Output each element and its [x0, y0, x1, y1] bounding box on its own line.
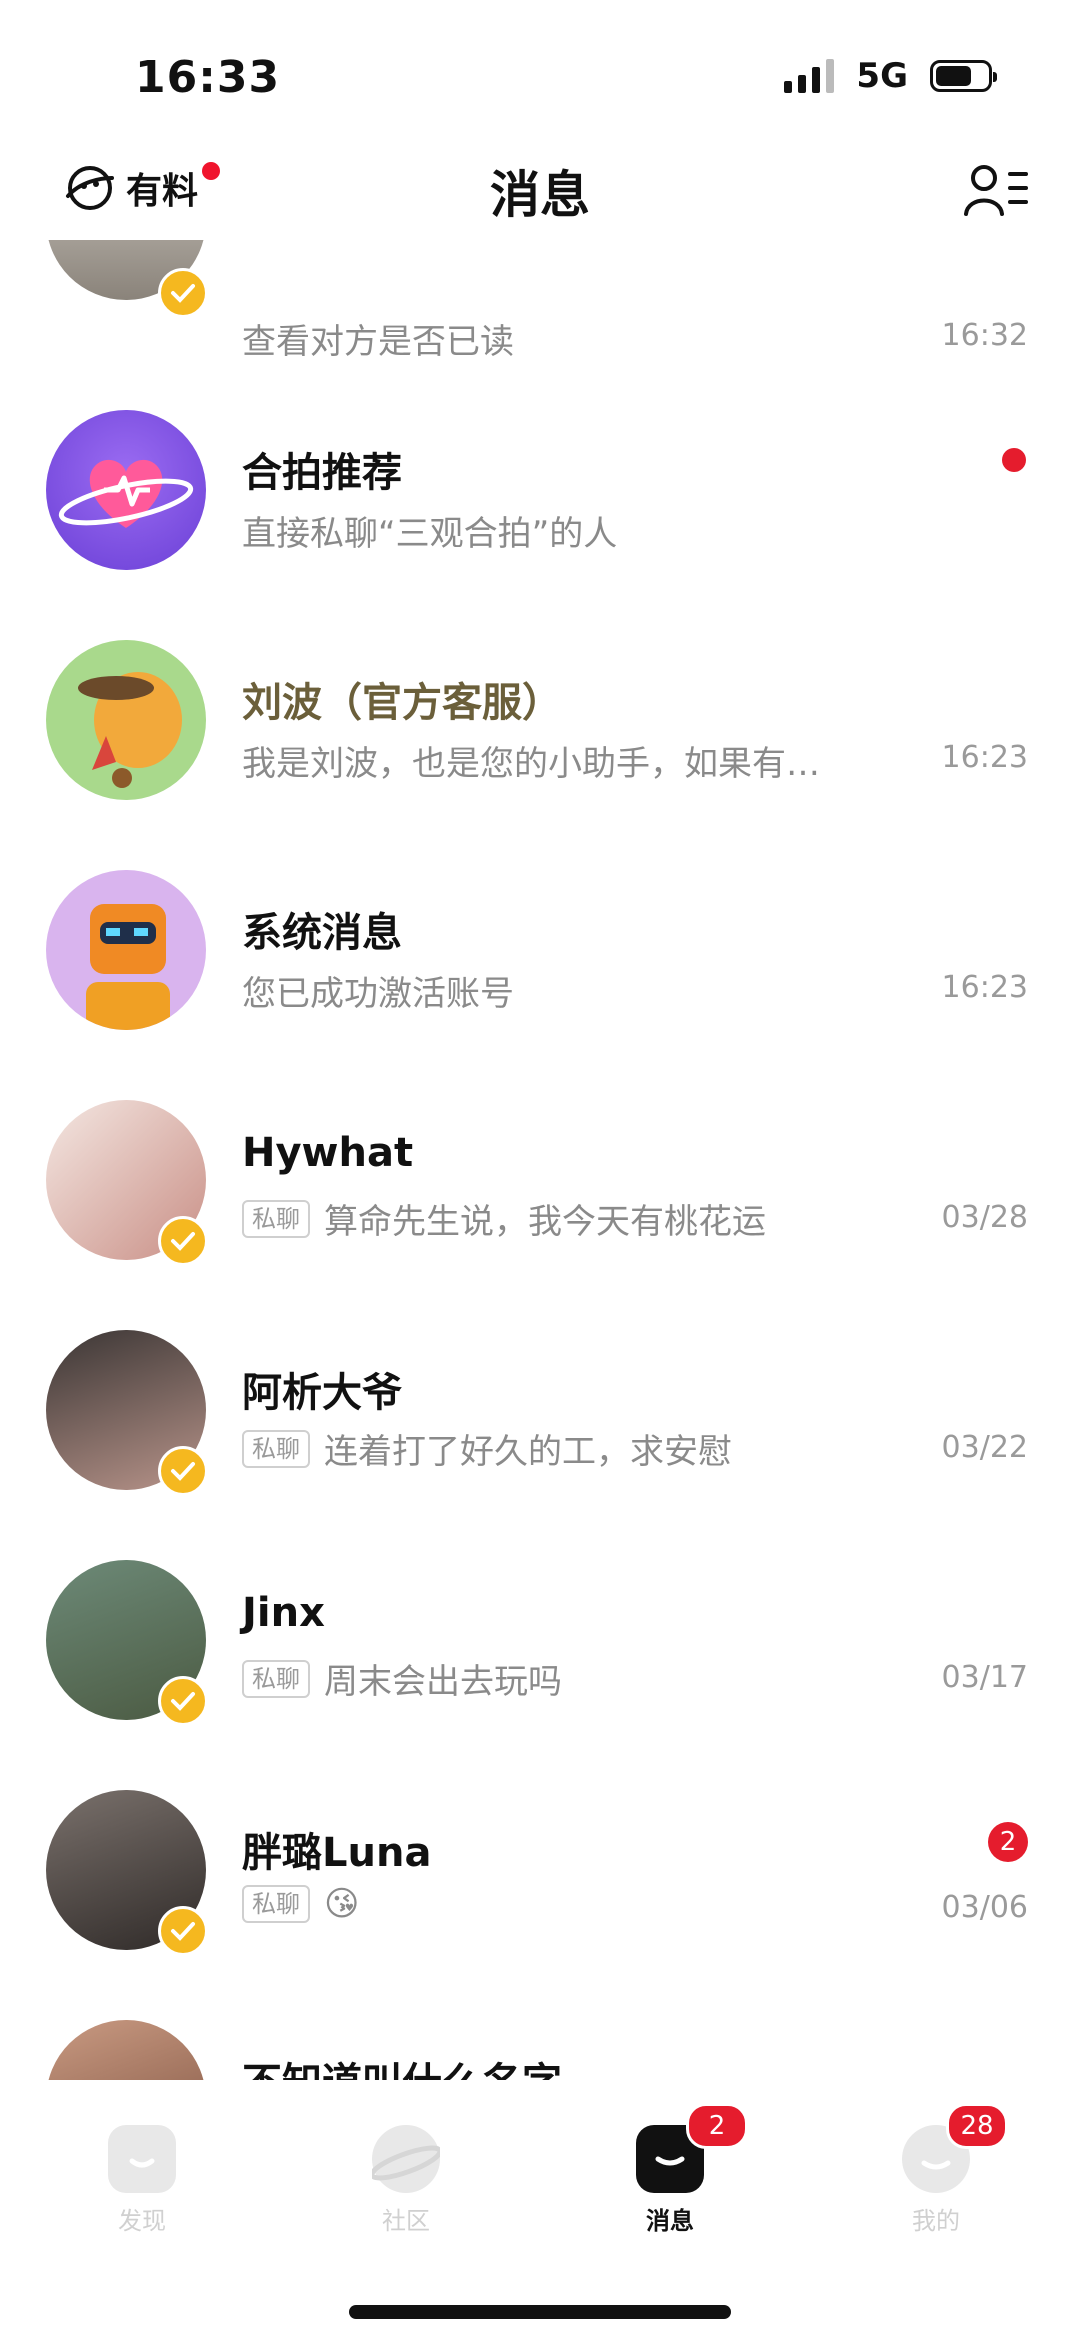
tab-community[interactable]: 社区	[306, 2125, 506, 2236]
message-time: 03/06	[941, 1890, 1028, 1925]
home-indicator	[349, 2305, 731, 2319]
avatar	[46, 2020, 206, 2080]
verified-badge-icon	[158, 1216, 208, 1266]
avatar	[46, 870, 206, 1030]
tab-label: 社区	[382, 2207, 430, 2235]
tab-label: 我的	[912, 2207, 960, 2235]
message-time: 03/17	[941, 1660, 1028, 1695]
list-item[interactable]: 胖璐Luna 私聊 😘 2 03/06	[0, 1790, 1080, 2020]
message-time: 03/22	[941, 1430, 1028, 1465]
message-preview: 私聊 算命先生说，我今天有桃花运	[242, 1194, 766, 1243]
message-preview: 查看对方是否已读	[242, 322, 514, 362]
verified-badge-icon	[158, 1676, 208, 1726]
message-time: 16:23	[941, 970, 1028, 1005]
tab-messages[interactable]: 2 消息	[570, 2103, 770, 2236]
contact-name: 阿析大爷	[242, 1370, 402, 1416]
private-chat-tag: 私聊	[242, 1199, 310, 1238]
message-preview: 直接私聊“三观合拍”的人	[242, 514, 618, 554]
profile-tab-icon: 28	[902, 2103, 1008, 2193]
list-item[interactable]: 阿析大爷 私聊 连着打了好久的工，求安慰 03/22	[0, 1330, 1080, 1560]
signal-icon	[784, 59, 835, 93]
page-title: 消息	[490, 166, 590, 224]
network-label: 5G	[856, 56, 908, 96]
list-item[interactable]: 查看对方是否已读 16:32	[0, 240, 1080, 370]
message-bubble-icon: 2	[636, 2103, 748, 2193]
tab-badge: 28	[946, 2103, 1008, 2149]
list-item[interactable]: 系统消息 您已成功激活账号 16:23	[0, 870, 1080, 1100]
private-chat-tag: 私聊	[242, 1659, 310, 1698]
message-time: 16:32	[941, 318, 1028, 353]
tab-me[interactable]: 28 我的	[836, 2103, 1036, 2236]
message-time: 16:23	[941, 740, 1028, 775]
message-preview: 我是刘波，也是您的小助手，如果有…	[242, 744, 820, 784]
tab-label: 发现	[118, 2207, 166, 2235]
contact-name: 合拍推荐	[242, 450, 402, 496]
tab-discover[interactable]: 发现	[42, 2125, 242, 2236]
list-item[interactable]: Hywhat 私聊 算命先生说，我今天有桃花运 03/28	[0, 1100, 1080, 1330]
dog-mascot-icon	[78, 672, 182, 788]
planet-tab-icon	[369, 2125, 443, 2193]
discover-tab-icon	[108, 2125, 176, 2193]
message-preview: 您已成功激活账号	[242, 974, 514, 1014]
contact-name: Hywhat	[242, 1130, 414, 1176]
heart-planet-icon	[58, 459, 194, 528]
status-icons: 5G	[784, 56, 997, 96]
status-time: 16:33	[135, 52, 281, 103]
list-item[interactable]: 合拍推荐 直接私聊“三观合拍”的人	[0, 410, 1080, 640]
verified-badge-icon	[158, 268, 208, 318]
contacts-list-icon	[964, 165, 1028, 216]
message-preview: 私聊 😘	[242, 1884, 359, 1924]
private-chat-tag: 私聊	[242, 1885, 310, 1923]
verified-badge-icon	[158, 1906, 208, 1956]
contact-name: 不知道叫什么名字	[242, 2050, 562, 2080]
robot-mascot-icon	[86, 904, 170, 1030]
private-chat-tag: 私聊	[242, 1429, 310, 1468]
message-time: 03/28	[941, 1200, 1028, 1235]
verified-badge-icon	[158, 1446, 208, 1496]
list-item[interactable]: 刘波（官方客服） 我是刘波，也是您的小助手，如果有… 16:23	[0, 640, 1080, 870]
message-preview: 私聊 连着打了好久的工，求安慰	[242, 1424, 732, 1473]
contact-name: 系统消息	[242, 910, 402, 956]
kiss-emoji: 😘	[324, 1884, 360, 1924]
message-preview: 私聊 周末会出去玩吗	[242, 1654, 562, 1703]
list-item[interactable]: 不知道叫什么名字	[0, 2020, 1080, 2080]
tab-bar: 发现 社区 2 消息 28 我的	[0, 2085, 1080, 2341]
unread-count-badge: 2	[988, 1822, 1028, 1862]
avatar	[46, 640, 206, 800]
unread-dot	[1002, 448, 1026, 472]
message-list[interactable]: 查看对方是否已读 16:32 合拍推荐 直接私聊“三观合拍”的人 刘波（官方客服…	[0, 240, 1080, 2080]
contacts-list-button[interactable]	[964, 162, 1030, 222]
avatar	[46, 410, 206, 570]
tab-label: 消息	[646, 2207, 694, 2235]
contact-name: 胖璐Luna	[242, 1830, 432, 1876]
tab-badge: 2	[686, 2103, 748, 2149]
list-item[interactable]: Jinx 私聊 周末会出去玩吗 03/17	[0, 1560, 1080, 1790]
contact-name: Jinx	[242, 1590, 325, 1636]
contact-name: 刘波（官方客服）	[242, 680, 562, 726]
battery-icon	[930, 60, 997, 92]
